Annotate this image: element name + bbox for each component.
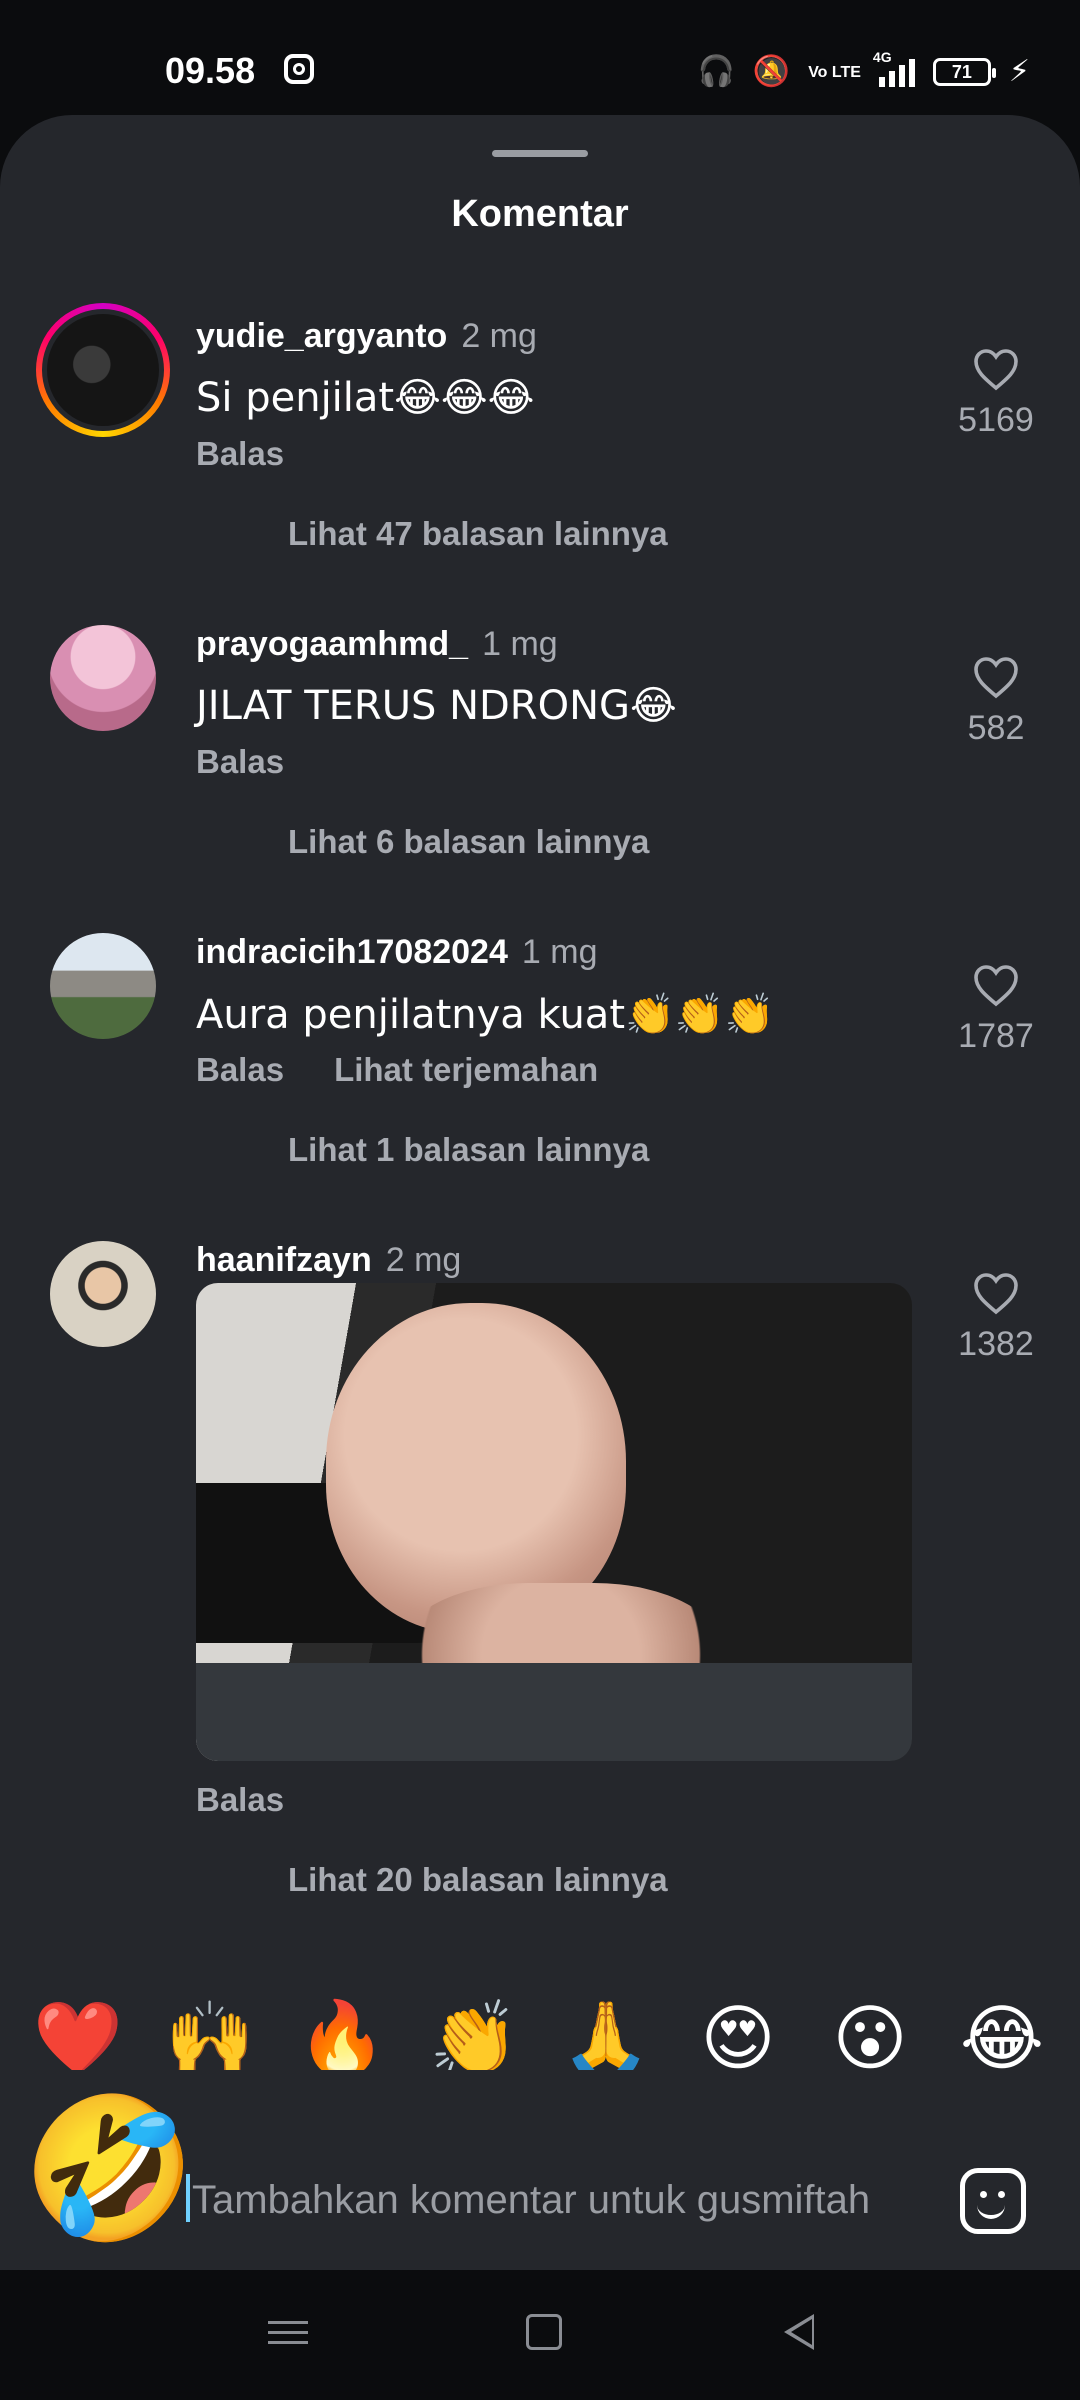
emoji-pray-button[interactable]: 🙏 <box>556 1996 656 2084</box>
comment-item: indracicih17082024 1 mg Aura penjilatnya… <box>0 933 1080 1233</box>
heart-icon <box>974 657 1018 699</box>
heart-icon <box>974 349 1018 391</box>
headphones-icon: 🎧 <box>697 55 735 88</box>
comment-time: 2 mg <box>461 317 537 355</box>
reply-button[interactable]: Balas <box>196 435 284 473</box>
heart-icon <box>974 965 1018 1007</box>
comment-text: Si penjilat😂😂😂 <box>196 375 535 421</box>
view-replies-link[interactable]: Lihat 47 balasan lainnya <box>288 515 668 553</box>
reply-button[interactable]: Balas <box>196 1051 284 1089</box>
comment-text: JILAT TERUS NDRONG😂 <box>196 683 677 729</box>
avatar[interactable] <box>50 933 156 1039</box>
gif-attachment[interactable] <box>196 1283 912 1761</box>
system-nav-bar <box>0 2270 1080 2400</box>
like-button[interactable]: 5169 <box>958 347 1034 440</box>
comment-item: yudie_argyanto 2 mg Si penjilat😂😂😂 Balas… <box>0 303 1080 617</box>
like-count: 1787 <box>958 1017 1034 1055</box>
reply-button[interactable]: Balas <box>196 1781 284 1819</box>
emoji-glyph: 👏 <box>429 1996 519 2080</box>
heart-icon <box>974 1273 1018 1315</box>
bell-muted-icon: 🔕 <box>752 55 791 88</box>
volte-icon: Vo LTE <box>808 63 861 81</box>
status-time: 09.58 <box>165 50 256 91</box>
comment-time: 2 mg <box>385 1241 462 1279</box>
comment-username[interactable]: haanifzayn <box>196 1241 372 1280</box>
emoji-laughing-button[interactable]: 😂 <box>952 1998 1052 2078</box>
avatar[interactable] <box>50 625 156 731</box>
charging-icon: ⚡ <box>1008 55 1030 88</box>
emoji-glyph: 🙏 <box>561 1996 651 2080</box>
avatar[interactable] <box>50 1241 156 1347</box>
comment-username[interactable]: prayogaamhmd_ <box>196 625 468 664</box>
view-replies-link[interactable]: Lihat 6 balasan lainnya <box>288 823 649 861</box>
like-button[interactable]: 1382 <box>958 1271 1034 1364</box>
translate-button[interactable]: Lihat terjemahan <box>334 1051 598 1089</box>
back-icon[interactable] <box>784 2314 814 2350</box>
emoji-heart-eyes-button[interactable]: 😍 <box>688 1998 788 2078</box>
view-replies-link[interactable]: Lihat 20 balasan lainnya <box>288 1861 668 1899</box>
emoji-glyph: 🙌 <box>165 1996 255 2080</box>
status-bar: 09.58 🎧 🔕 Vo LTE 4G 71 ⚡ <box>0 0 1080 120</box>
comments-sheet: Komentar yudie_argyanto 2 mg Si penjilat… <box>0 115 1080 2270</box>
battery-icon: 71 <box>932 58 996 86</box>
like-count: 582 <box>967 709 1025 747</box>
emoji-raised-hands-button[interactable]: 🙌 <box>160 1996 260 2084</box>
like-count: 5169 <box>958 401 1034 439</box>
reply-button[interactable]: Balas <box>196 743 284 781</box>
comment-time: 1 mg <box>521 933 598 971</box>
comment-item: prayogaamhmd_ 1 mg JILAT TERUS NDRONG😂 B… <box>0 625 1080 925</box>
like-button[interactable]: 1787 <box>958 963 1034 1056</box>
avatar[interactable] <box>36 303 170 437</box>
like-button[interactable]: 582 <box>958 655 1034 748</box>
emoji-clap-button[interactable]: 👏 <box>424 1996 524 2084</box>
comment-username[interactable]: indracicih17082024 <box>196 933 508 972</box>
view-replies-link[interactable]: Lihat 1 balasan lainnya <box>288 1131 649 1169</box>
rofl-emoji-icon: 🤣 <box>22 2088 197 2251</box>
comment-text: Aura penjilatnya kuat👏👏👏 <box>196 992 775 1038</box>
emoji-fire-button[interactable]: 🔥 <box>292 1998 392 2078</box>
like-count: 1382 <box>958 1325 1034 1363</box>
home-icon[interactable] <box>526 2314 562 2350</box>
sheet-title: Komentar <box>451 193 629 235</box>
network-type-label: 4G <box>872 49 892 65</box>
instagram-notification-icon <box>284 54 314 84</box>
recents-menu-icon[interactable] <box>268 2314 308 2354</box>
comment-username[interactable]: yudie_argyanto <box>196 317 447 356</box>
drag-handle[interactable] <box>492 150 588 157</box>
comment-input[interactable] <box>190 2164 924 2236</box>
status-icons: 🎧 🔕 Vo LTE 4G 71 ⚡ <box>697 49 1030 94</box>
comment-composer: 🤣 <box>0 2070 1080 2270</box>
signal-icon: 4G <box>873 49 915 87</box>
comment-time: 1 mg <box>482 625 558 663</box>
emoji-heart-button[interactable]: ❤️ <box>28 1998 128 2078</box>
emoji-surprised-button[interactable]: 😮 <box>820 1998 920 2078</box>
sticker-icon[interactable] <box>960 2168 1026 2234</box>
comment-item: haanifzayn 2 mg Balas 1382 Lihat 20 bala… <box>0 1241 1080 2041</box>
